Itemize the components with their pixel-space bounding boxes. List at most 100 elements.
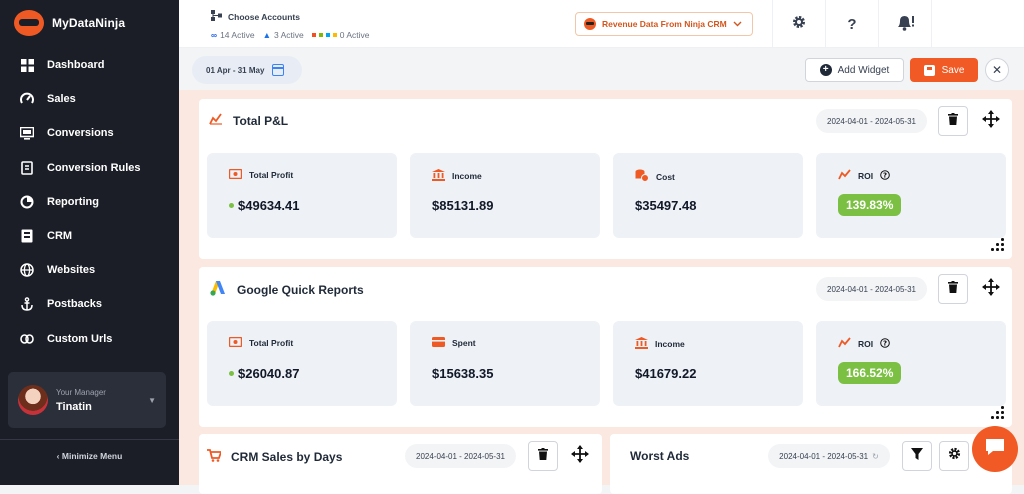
crm-icon	[20, 229, 34, 243]
ninja-icon	[584, 18, 596, 30]
gauge-icon	[20, 92, 34, 106]
dashboard-canvas: Total P&L 2024-04-01 - 2024-05-31 Total …	[179, 90, 1024, 494]
bank-icon	[432, 169, 445, 183]
resize-grip-icon[interactable]	[991, 406, 1005, 420]
filter-button[interactable]	[902, 441, 932, 471]
metric-value: $35497.48	[635, 198, 697, 213]
metric-value: $41679.22	[635, 366, 697, 381]
google-ads-icon: ▲	[262, 30, 271, 40]
delete-widget-button[interactable]	[528, 441, 558, 471]
status-dot	[229, 371, 234, 376]
help-circle-icon[interactable]: ?	[880, 337, 890, 350]
widget-header: Worst Ads	[630, 449, 689, 463]
microsoft-accounts[interactable]: 0 Active	[311, 30, 370, 40]
top-bar: Choose Accounts ∞ 14 Active ▲ 3 Active 0 A…	[179, 0, 1024, 48]
metric-label: Spent	[452, 338, 476, 348]
sidebar-item-reporting[interactable]: Reporting	[0, 185, 179, 219]
plus-circle-icon: +	[819, 64, 832, 76]
metric-card-spent: Spent $15638.35	[410, 321, 600, 406]
sidebar-item-conversion-rules[interactable]: Conversion Rules	[0, 151, 179, 185]
sidebar-item-conversions[interactable]: Conversions	[0, 116, 179, 150]
microsoft-active-count: 0 Active	[339, 30, 370, 40]
chat-button[interactable]	[972, 426, 1018, 472]
meta-active-count: 14 Active	[220, 30, 255, 40]
date-range-value: 01 Apr - 31 May	[206, 65, 265, 75]
widget-date-range[interactable]: 2024-04-01 - 2024-05-31	[405, 444, 516, 468]
add-widget-button[interactable]: + Add Widget	[805, 58, 904, 82]
metric-value: $85131.89	[432, 198, 494, 213]
sidebar-item-label: Postbacks	[47, 298, 103, 311]
roi-chart-icon	[838, 169, 851, 182]
chevron-down-icon	[733, 19, 742, 29]
help-button[interactable]: ?	[825, 0, 878, 48]
save-button[interactable]: Save	[910, 58, 978, 82]
delete-widget-button[interactable]	[938, 106, 968, 136]
widget-date-range[interactable]: 2024-04-01 - 2024-05-31	[816, 109, 927, 133]
link-icon	[20, 332, 34, 346]
credit-card-icon	[432, 337, 445, 349]
delete-widget-button[interactable]	[938, 274, 968, 304]
question-icon: ?	[847, 15, 857, 33]
sidebar-item-sales[interactable]: Sales	[0, 82, 179, 116]
coins-icon	[635, 169, 649, 184]
metric-label: ROI	[858, 170, 874, 181]
sidebar-item-dashboard[interactable]: Dashboard	[0, 48, 179, 82]
minimize-menu-button[interactable]: ‹ Minimize Menu	[0, 451, 179, 461]
cart-icon	[207, 449, 223, 465]
widget-date-range[interactable]: 2024-04-01 - 2024-05-31	[816, 277, 927, 301]
money-icon	[228, 336, 243, 349]
sidebar-item-custom-urls[interactable]: Custom Urls	[0, 322, 179, 356]
sidebar-item-label: Conversions	[47, 127, 114, 140]
choose-accounts[interactable]: Choose Accounts ∞ 14 Active ▲ 3 Active 0 A…	[211, 10, 370, 40]
meta-accounts[interactable]: ∞ 14 Active	[211, 30, 255, 40]
google-active-count: 3 Active	[273, 30, 304, 40]
close-button[interactable]: ✕	[985, 58, 1009, 82]
sidebar-item-postbacks[interactable]: Postbacks	[0, 287, 179, 321]
monitor-icon	[20, 126, 34, 140]
manager-card[interactable]: Your Manager Tinatin ▼	[8, 372, 166, 428]
metric-label: Total Profit	[249, 170, 294, 180]
refresh-icon: ↻	[872, 451, 879, 461]
sidebar-item-label: Sales	[47, 93, 76, 106]
accounts-title: Choose Accounts	[228, 11, 300, 22]
sidebar-item-label: Dashboard	[47, 59, 105, 72]
revenue-source-value: Revenue Data From Ninja CRM	[602, 19, 727, 29]
metric-label: ROI	[858, 338, 874, 349]
svg-text:?: ?	[883, 339, 887, 347]
sidebar-item-crm[interactable]: CRM	[0, 219, 179, 253]
metric-label: Cost	[656, 171, 675, 182]
help-circle-icon[interactable]: ?	[880, 169, 890, 182]
gear-icon	[792, 15, 806, 33]
metric-card-roi: ROI? 139.83%	[816, 153, 1006, 238]
add-widget-label: Add Widget	[837, 64, 890, 76]
widget-total-pl: Total P&L 2024-04-01 - 2024-05-31 Total …	[199, 99, 1012, 259]
google-ads-logo-icon	[209, 280, 227, 299]
sidebar-item-label: Websites	[47, 264, 96, 277]
pie-icon	[20, 195, 34, 209]
roi-badge: 166.52%	[838, 362, 902, 384]
metric-label: Total Profit	[249, 338, 294, 348]
sidebar-item-label: Conversion Rules	[47, 161, 141, 174]
sidebar-item-websites[interactable]: Websites	[0, 253, 179, 287]
save-label: Save	[941, 64, 965, 76]
logo[interactable]: MyDataNinja	[14, 10, 125, 36]
resize-grip-icon[interactable]	[991, 238, 1005, 252]
date-range-picker[interactable]: 01 Apr - 31 May	[192, 56, 302, 84]
gear-icon	[948, 447, 961, 465]
trash-icon	[948, 112, 958, 130]
move-widget-handle[interactable]	[981, 277, 1001, 301]
move-widget-handle[interactable]	[570, 444, 590, 466]
settings-button[interactable]	[772, 0, 825, 48]
chevron-down-icon: ▼	[148, 395, 156, 405]
google-accounts[interactable]: ▲ 3 Active	[263, 30, 304, 40]
notifications-button[interactable]	[878, 0, 931, 48]
revenue-source-select[interactable]: Revenue Data From Ninja CRM	[575, 12, 753, 36]
move-arrows-icon	[982, 277, 1000, 301]
floppy-icon	[923, 64, 935, 76]
manager-role: Your Manager	[56, 387, 106, 397]
move-widget-handle[interactable]	[981, 109, 1001, 131]
widget-date-range[interactable]: 2024-04-01 - 2024-05-31 ↻	[768, 444, 890, 468]
anchor-icon	[20, 297, 34, 312]
metric-value: $49634.41	[238, 198, 300, 213]
widget-settings-button[interactable]	[939, 441, 969, 471]
